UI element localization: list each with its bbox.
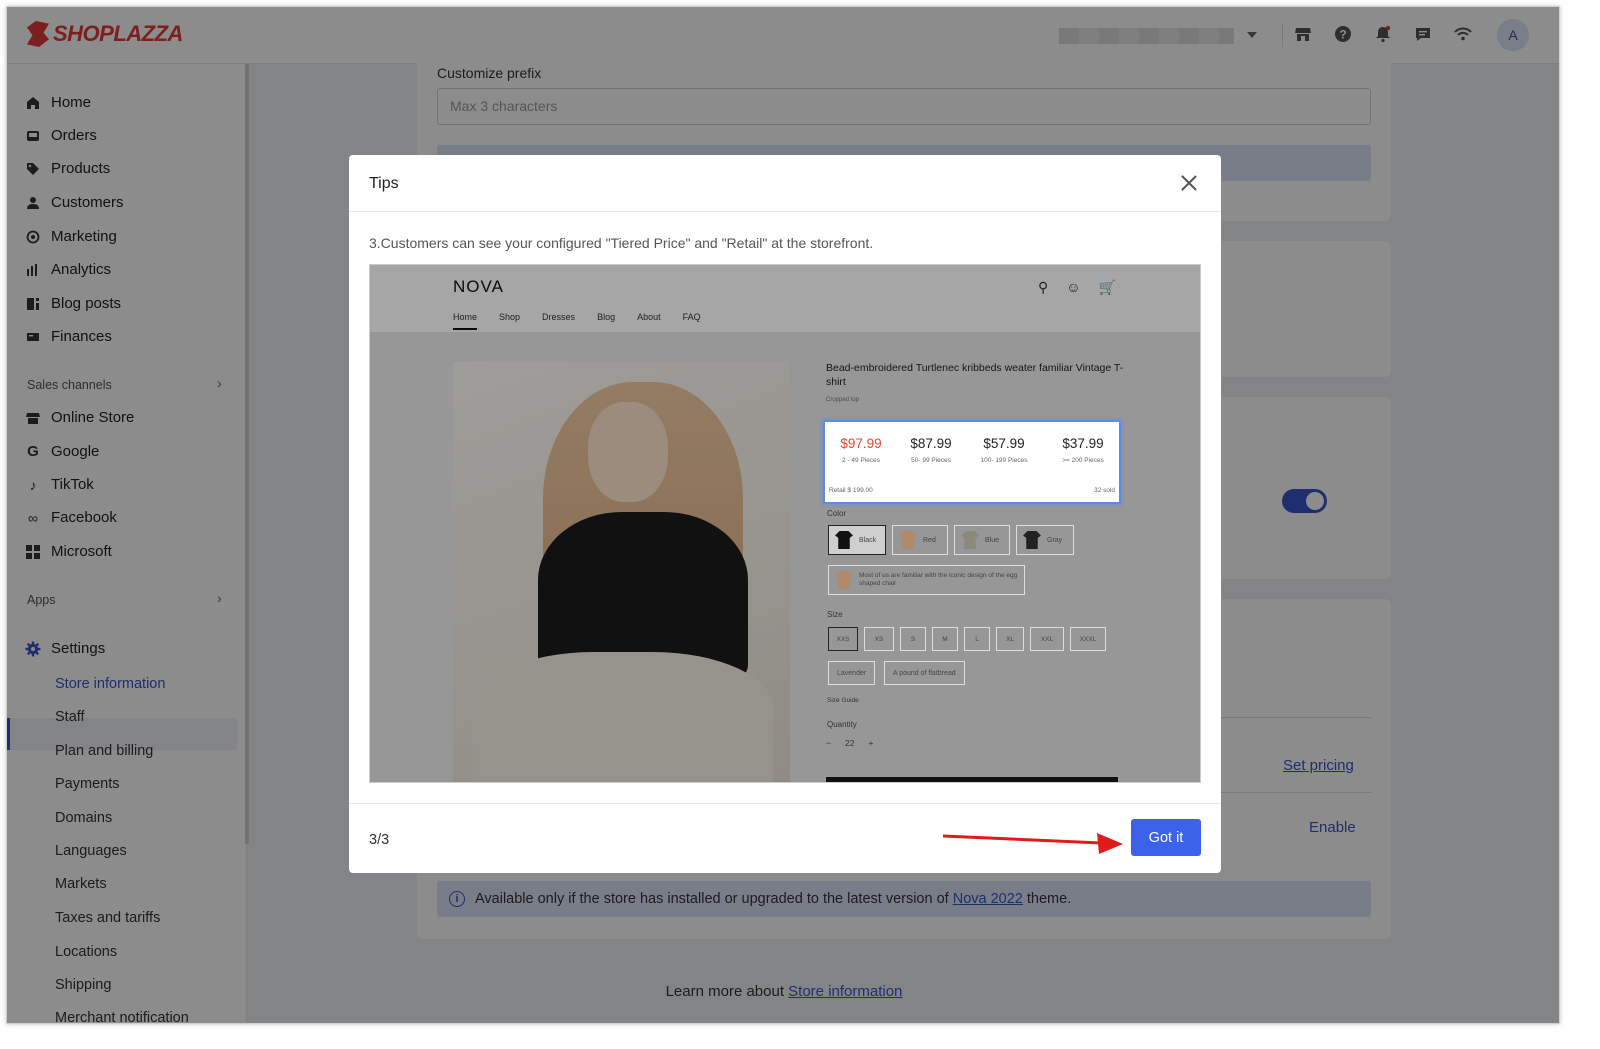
retail-price: Retail $ 199.00	[829, 487, 873, 494]
size-option: XL	[996, 627, 1024, 651]
size-option: S	[900, 627, 926, 651]
preview-nav-item: Shop	[499, 312, 521, 322]
modal-title: Tips	[369, 175, 399, 192]
size-label: Size	[827, 610, 843, 619]
color-swatch: Blue	[954, 525, 1010, 555]
preview-nav-item: Home	[453, 312, 478, 330]
preview-nav-item: FAQ	[682, 312, 701, 322]
preview-nav-item: Blog	[597, 312, 616, 322]
red-arrow-annotation	[942, 833, 1123, 854]
user-icon: ☺	[1066, 279, 1081, 295]
tier-quantity: 50- 99 Pieces	[911, 457, 951, 464]
quantity-stepper: − 22 +	[826, 738, 873, 748]
product-info: Bead-embroidered Turtlenec kribbeds weat…	[826, 362, 1126, 403]
tshirt-icon	[899, 531, 917, 549]
photo-pants	[473, 652, 773, 782]
storefront-preview-image: NOVA Home Shop Dresses Blog About FAQ ⚲ …	[369, 264, 1201, 783]
product-subtitle: Cropped top	[826, 397, 860, 404]
tier-price-item: $97.99 2 - 49 Pieces	[835, 436, 887, 464]
tier-price: $97.99	[840, 436, 882, 451]
tshirt-icon	[835, 531, 853, 549]
size-option: XXS	[828, 627, 858, 651]
app-window: SHOPLAZZA ? A Home Orders Products Custo…	[6, 6, 1560, 1024]
cart-icon: 🛒	[1098, 279, 1116, 295]
add-to-cart-bar	[826, 777, 1118, 782]
tshirt-icon	[1023, 531, 1041, 549]
color-swatch: Red	[892, 525, 948, 555]
tier-price: $37.99	[1062, 436, 1104, 451]
tier-quantity: >= 200 Pieces	[1062, 457, 1104, 464]
product-photo	[453, 362, 790, 782]
close-icon[interactable]	[1175, 169, 1203, 197]
modal-description: 3.Customers can see your configured "Tie…	[369, 235, 874, 251]
step-indicator: 3/3	[369, 832, 390, 848]
tiered-price-box: $97.99 2 - 49 Pieces $87.99 50- 99 Piece…	[823, 420, 1121, 504]
got-it-button[interactable]: Got it	[1131, 819, 1201, 856]
tier-price: $87.99	[910, 436, 952, 451]
quantity-value: 22	[844, 738, 855, 748]
swatch-label: Red	[923, 536, 936, 544]
modal-header: Tips	[349, 155, 1221, 212]
preview-nav: Home Shop Dresses Blog About FAQ	[453, 312, 701, 330]
color-label: Color	[827, 509, 847, 518]
preview-nav-item: Dresses	[542, 312, 576, 322]
minus-icon: −	[826, 738, 831, 748]
tshirt-icon	[961, 531, 979, 549]
swatch-label: Blue	[985, 536, 1000, 544]
size-option: XS	[864, 627, 894, 651]
size-option: M	[932, 627, 958, 651]
size-option: L	[964, 627, 990, 651]
tier-price: $57.99	[983, 436, 1025, 451]
option-note: Most of us are familiar with the iconic …	[828, 565, 1025, 595]
sold-count: 32 sold	[1094, 487, 1115, 494]
preview-header: NOVA Home Shop Dresses Blog About FAQ ⚲ …	[370, 265, 1200, 333]
search-icon: ⚲	[1038, 279, 1049, 295]
size-guide-link: Size Guide	[827, 697, 859, 704]
tier-price-item: $87.99 50- 99 Pieces	[903, 436, 959, 464]
color-swatch: Gray	[1016, 525, 1074, 555]
photo-face	[588, 402, 668, 502]
quantity-label: Quantity	[827, 720, 857, 729]
preview-header-icons: ⚲ ☺ 🛒	[1038, 279, 1116, 296]
preview-nav-item: About	[637, 312, 661, 322]
tier-price-item: $37.99 >= 200 Pieces	[1053, 436, 1113, 464]
size-option: XXXL	[1070, 627, 1106, 651]
tips-modal: Tips 3.Customers can see your configured…	[349, 155, 1221, 873]
preview-logo: NOVA	[453, 277, 504, 296]
color-swatch: Black	[828, 525, 886, 555]
plus-icon: +	[868, 738, 874, 748]
swatch-label: Gray	[1047, 536, 1063, 544]
extra-option: Lavender	[828, 661, 876, 685]
product-title: Bead-embroidered Turtlenec kribbeds weat…	[826, 362, 1124, 388]
tier-quantity: 2 - 49 Pieces	[842, 457, 880, 464]
tier-quantity: 100- 199 Pieces	[980, 457, 1028, 464]
tier-price-item: $57.99 100- 199 Pieces	[973, 436, 1035, 464]
size-option: XXL	[1030, 627, 1064, 651]
swatch-label: Black	[859, 536, 877, 544]
tshirt-icon	[835, 571, 853, 589]
option-note-text: Most of us are familiar with the iconic …	[859, 571, 1018, 587]
extra-option: A pound of flatbread	[884, 661, 965, 685]
